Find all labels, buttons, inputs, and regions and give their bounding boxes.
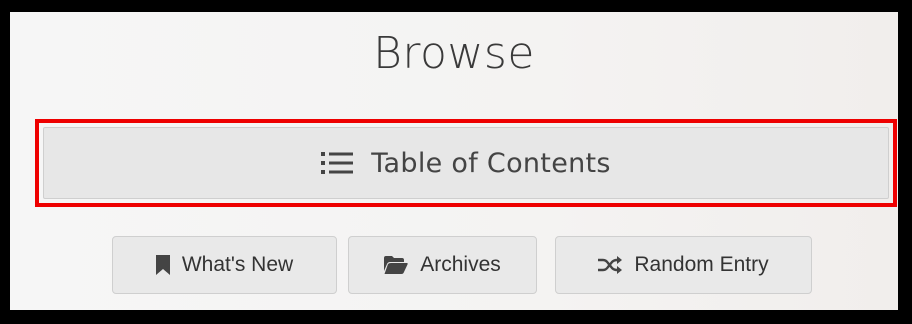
random-entry-label: Random Entry <box>634 253 769 276</box>
random-entry-button[interactable]: Random Entry <box>555 236 812 294</box>
whats-new-label: What's New <box>181 253 294 276</box>
page-title: Browse <box>373 28 535 79</box>
archives-button[interactable]: Archives <box>348 236 537 294</box>
bookmark-icon <box>155 255 170 275</box>
nav-button-row: What's New Archives Random Entry <box>10 236 898 294</box>
browse-panel: Browse Table of Contents What's New Arch… <box>10 12 898 310</box>
whats-new-button[interactable]: What's New <box>112 236 337 294</box>
archives-label: Archives <box>420 253 501 276</box>
folder-open-icon <box>384 256 408 274</box>
shuffle-icon <box>598 255 623 275</box>
highlight-box <box>35 119 897 207</box>
